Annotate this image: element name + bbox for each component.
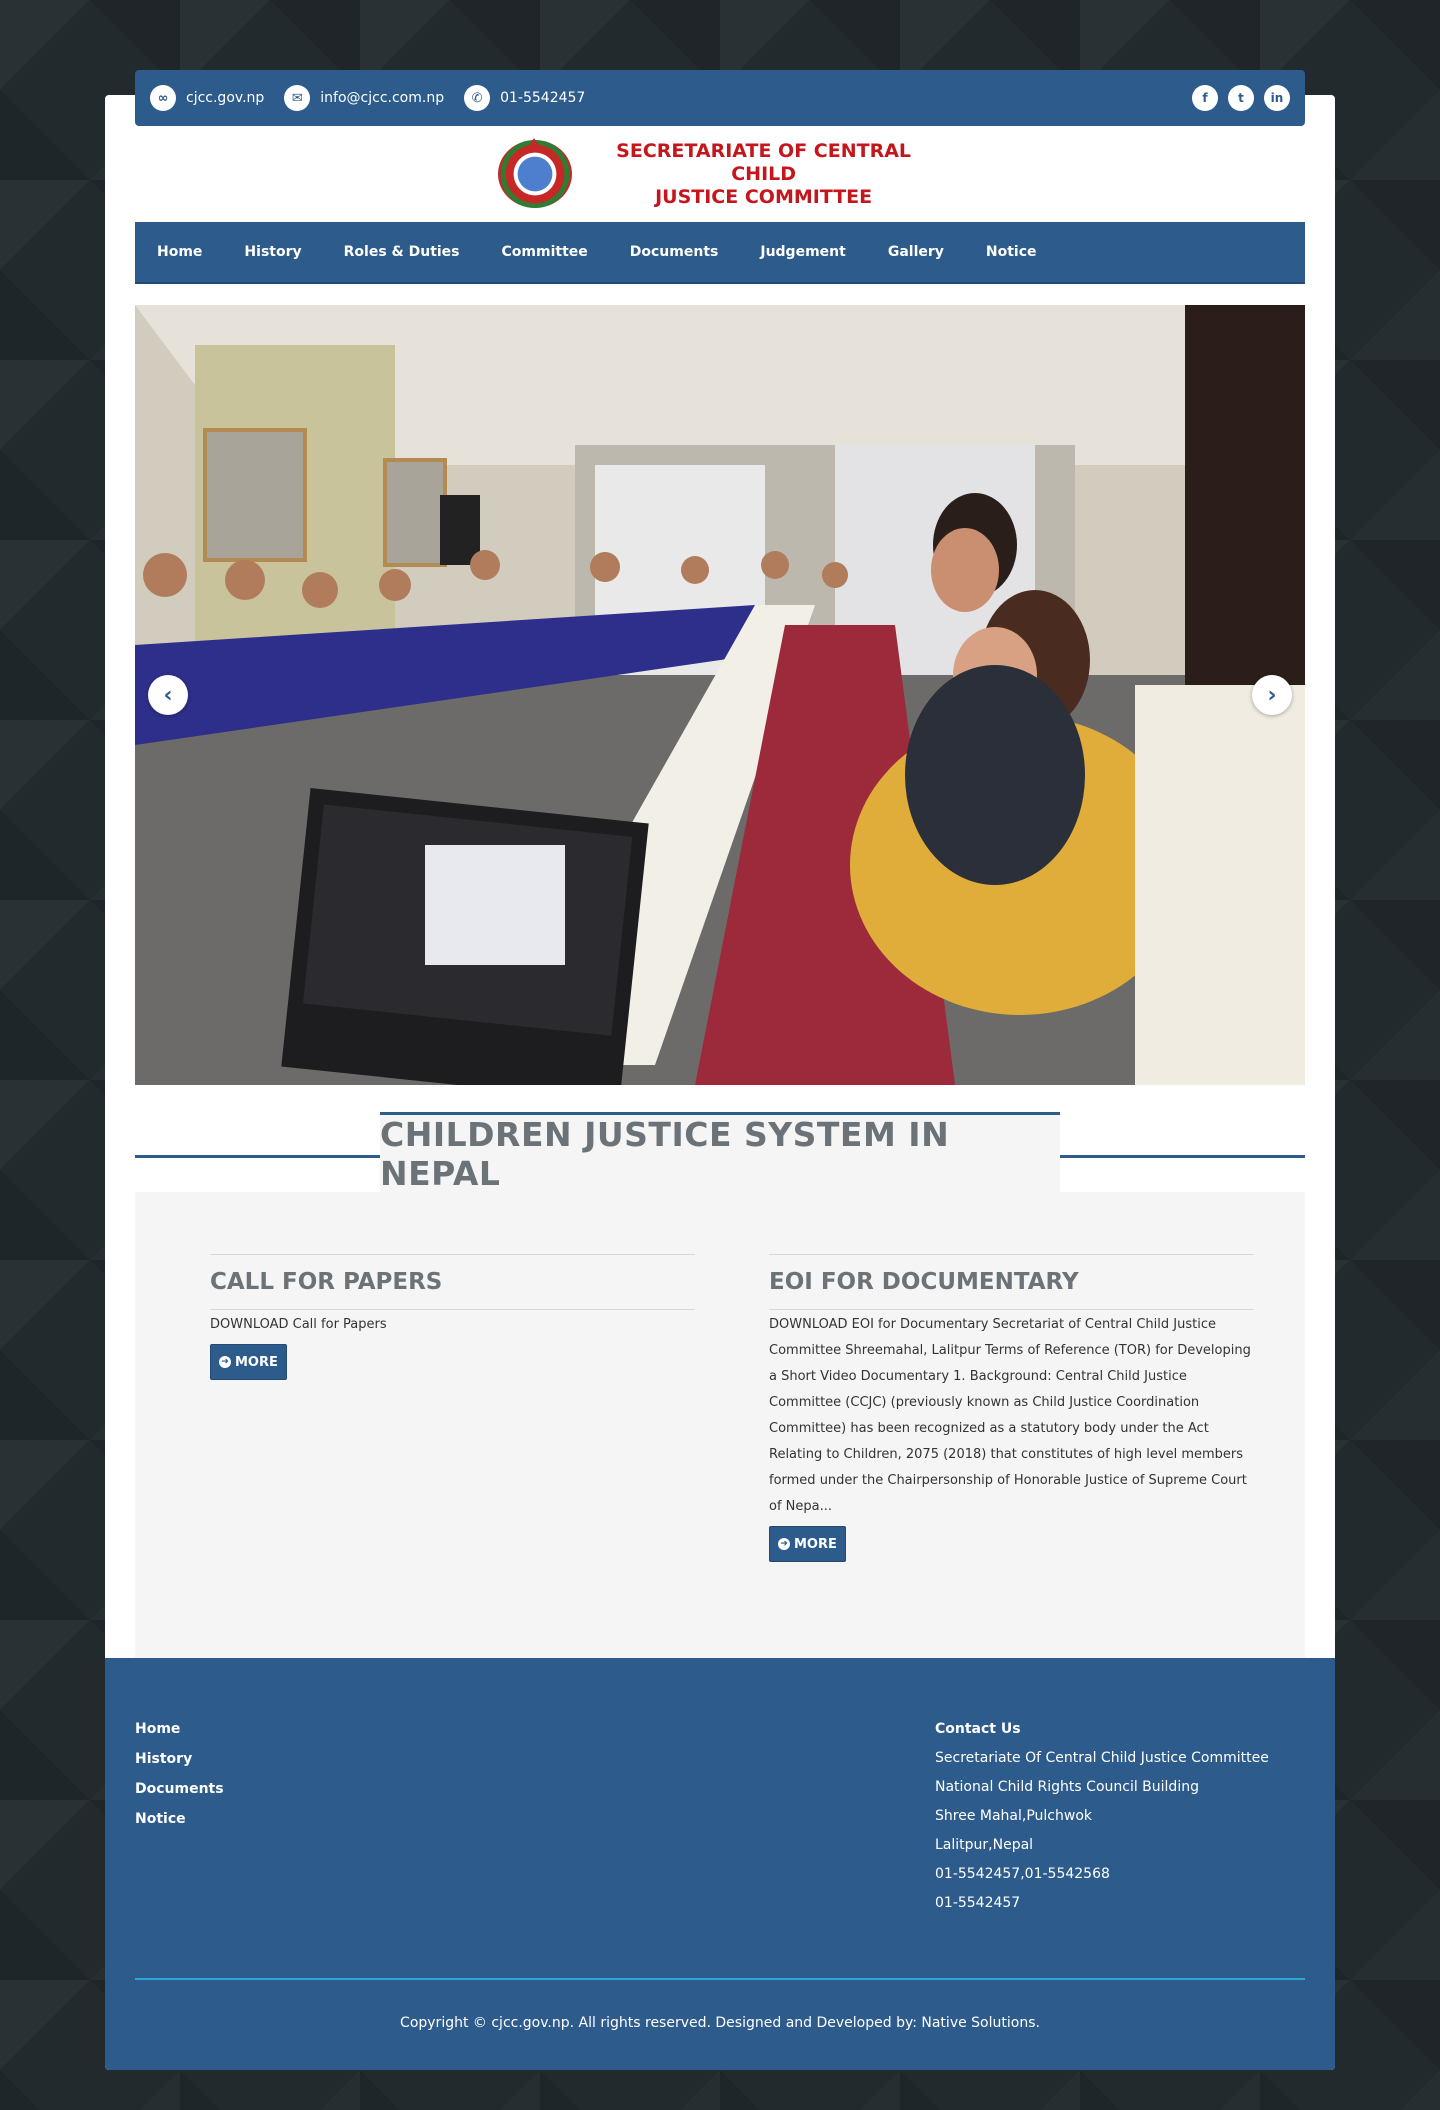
facebook-icon[interactable]: f xyxy=(1192,85,1218,111)
news-more-button[interactable]: ➜ MORE xyxy=(769,1526,846,1562)
section-title: CHILDREN JUSTICE SYSTEM IN NEPAL xyxy=(380,1114,950,1193)
contact-line: Shree Mahal,Pulchwok xyxy=(935,1808,1092,1824)
footer-link-home[interactable]: Home xyxy=(135,1714,224,1744)
phone-link[interactable]: ✆ 01-5542457 xyxy=(464,85,585,111)
contact-line: 01-5542457 xyxy=(935,1895,1021,1911)
slider-prev-button[interactable]: ‹ xyxy=(148,675,188,715)
site-title: SECRETARIATE OF CENTRAL CHILD JUSTICE CO… xyxy=(582,140,945,209)
news-title[interactable]: CALL FOR PAPERS xyxy=(210,1255,695,1309)
news-more-button[interactable]: ➜ MORE xyxy=(210,1344,287,1380)
slide-photo xyxy=(135,305,1305,1085)
footer-link-documents[interactable]: Documents xyxy=(135,1774,224,1804)
nav-gallery[interactable]: Gallery xyxy=(888,244,944,260)
footer-divider xyxy=(135,1978,1305,1980)
news-excerpt: DOWNLOAD Call for Papers xyxy=(210,1317,387,1332)
copyright-text: Copyright © cjcc.gov.np. All rights rese… xyxy=(400,2015,1040,2031)
linkedin-icon[interactable]: in xyxy=(1264,85,1290,111)
link-icon: ∞ xyxy=(150,85,176,111)
website-text: cjcc.gov.np xyxy=(186,90,265,106)
heading-box: CHILDREN JUSTICE SYSTEM IN NEPAL xyxy=(380,1112,1060,1193)
more-label: MORE xyxy=(794,1536,837,1552)
site-logo[interactable]: SECRETARIATE OF CENTRAL CHILD JUSTICE CO… xyxy=(495,138,945,210)
nav-committee[interactable]: Committee xyxy=(502,244,588,260)
arrow-circle-right-icon: ➜ xyxy=(219,1356,231,1368)
contact-line: National Child Rights Council Building xyxy=(935,1779,1199,1795)
footer-link-notice[interactable]: Notice xyxy=(135,1804,224,1834)
nav-judgement[interactable]: Judgement xyxy=(760,244,845,260)
section-heading: CHILDREN JUSTICE SYSTEM IN NEPAL xyxy=(135,1112,1305,1193)
contact-line: 01-5542457,01-5542568 xyxy=(935,1866,1110,1882)
social-links: f t in xyxy=(1192,85,1290,111)
email-link[interactable]: ✉ info@cjcc.com.np xyxy=(284,85,444,111)
news-excerpt: DOWNLOAD EOI for Documentary Secretariat… xyxy=(769,1317,1251,1514)
main-nav: Home History Roles & Duties Committee Do… xyxy=(135,222,1305,284)
contact-line: Lalitpur,Nepal xyxy=(935,1837,1034,1853)
hero-slider: ‹ › xyxy=(135,305,1305,1085)
more-label: MORE xyxy=(235,1354,278,1370)
footer-link-history[interactable]: History xyxy=(135,1744,224,1774)
contact-line: Secretariate Of Central Child Justice Co… xyxy=(935,1750,1269,1766)
news-item: EOI FOR DOCUMENTARY DOWNLOAD EOI for Doc… xyxy=(769,1254,1254,1562)
site-footer: Home History Documents Notice Contact Us… xyxy=(105,1658,1335,2070)
site-title-line1: SECRETARIATE OF CENTRAL CHILD xyxy=(616,139,912,185)
email-text: info@cjcc.com.np xyxy=(320,90,445,106)
news-area: CALL FOR PAPERS DOWNLOAD Call for Papers… xyxy=(135,1192,1305,1658)
chevron-left-icon: ‹ xyxy=(163,682,173,708)
footer-contact: Contact Us Secretariate Of Central Child… xyxy=(935,1714,1269,1918)
news-title[interactable]: EOI FOR DOCUMENTARY xyxy=(769,1255,1254,1309)
arrow-circle-right-icon: ➜ xyxy=(778,1538,790,1550)
heading-rule-right xyxy=(1060,1155,1305,1158)
news-item: CALL FOR PAPERS DOWNLOAD Call for Papers… xyxy=(210,1254,695,1380)
nav-roles-duties[interactable]: Roles & Duties xyxy=(344,244,460,260)
phone-text: 01-5542457 xyxy=(500,90,586,106)
slider-next-button[interactable]: › xyxy=(1252,675,1292,715)
nav-history[interactable]: History xyxy=(244,244,301,260)
top-contact-bar: ∞ cjcc.gov.np ✉ info@cjcc.com.np ✆ 01-55… xyxy=(135,70,1305,126)
heading-rule-left xyxy=(135,1155,380,1158)
nav-documents[interactable]: Documents xyxy=(630,244,719,260)
chevron-right-icon: › xyxy=(1267,682,1277,708)
nav-home[interactable]: Home xyxy=(157,244,202,260)
phone-icon: ✆ xyxy=(464,85,491,111)
footer-links: Home History Documents Notice xyxy=(135,1714,224,1834)
website-link[interactable]: ∞ cjcc.gov.np xyxy=(150,85,264,111)
nav-notice[interactable]: Notice xyxy=(986,244,1037,260)
site-title-line2: JUSTICE COMMITTEE xyxy=(655,185,873,208)
twitter-icon[interactable]: t xyxy=(1228,85,1254,111)
nepal-emblem-icon xyxy=(495,138,574,210)
footer-contact-title: Contact Us xyxy=(935,1721,1021,1737)
envelope-icon: ✉ xyxy=(284,85,311,111)
